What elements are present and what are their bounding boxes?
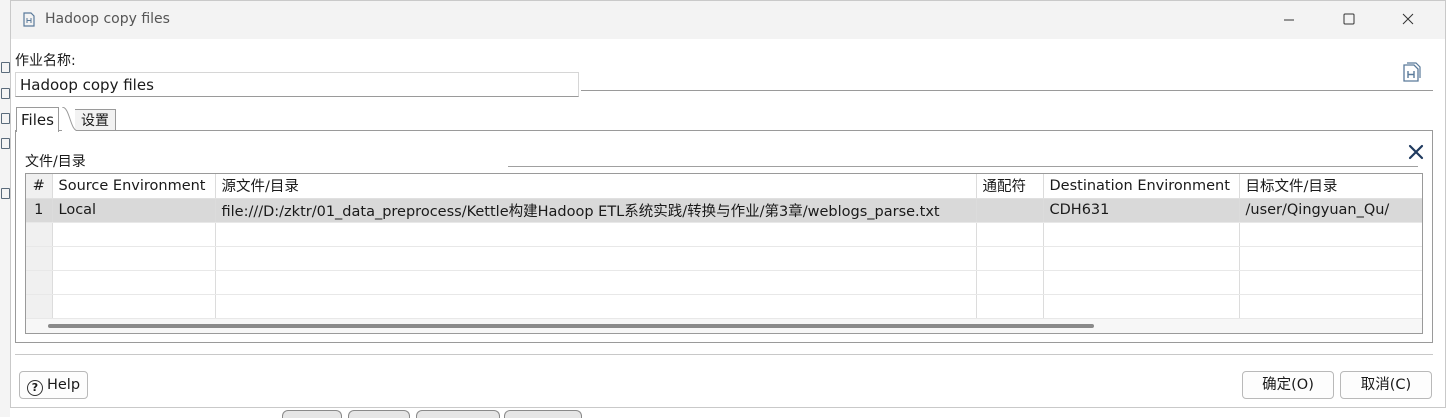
- help-button[interactable]: ? Help: [19, 371, 88, 399]
- background-fragment: [1, 88, 10, 99]
- job-name-label: 作业名称:: [15, 53, 76, 69]
- tab-curve: [62, 107, 82, 131]
- empty-cell[interactable]: [52, 294, 216, 319]
- delete-row-close-icon[interactable]: [1408, 144, 1424, 160]
- files-table: # Source Environment 源文件/目录 通配符 Destinat…: [25, 173, 1423, 334]
- tab-strip: Files 设置: [15, 105, 1433, 132]
- empty-cell[interactable]: [26, 270, 53, 295]
- ok-button[interactable]: 确定(O): [1242, 371, 1334, 399]
- help-button-label: Help: [46, 377, 81, 393]
- table-row[interactable]: 1 Local file:///D:/zktr/01_data_preproce…: [26, 198, 1422, 223]
- files-group-label: 文件/目录: [25, 151, 88, 171]
- hadoop-doc-icon: [1403, 62, 1421, 82]
- empty-cell[interactable]: [976, 294, 1044, 319]
- column-header-destination-path[interactable]: 目标文件/目录: [1239, 174, 1422, 199]
- background-fragment: [1, 113, 10, 124]
- empty-cell[interactable]: [1239, 294, 1422, 319]
- separator: [581, 90, 1433, 91]
- empty-cell[interactable]: [215, 246, 977, 271]
- empty-cell[interactable]: [1043, 246, 1240, 271]
- empty-cell[interactable]: [1043, 294, 1240, 319]
- background-tabs: [268, 408, 588, 418]
- files-tab-panel: 文件/目录 # Source Environment 源文件/目录 通配符 De…: [15, 130, 1433, 343]
- column-header-number[interactable]: #: [26, 174, 53, 199]
- background-fragment: [1, 62, 10, 73]
- table-row-empty[interactable]: [26, 222, 1422, 247]
- tab-files[interactable]: Files: [16, 107, 59, 132]
- help-icon: ?: [26, 380, 43, 396]
- document-icon: [23, 12, 35, 27]
- empty-cell[interactable]: [52, 246, 216, 271]
- empty-cell[interactable]: [215, 270, 977, 295]
- empty-cell[interactable]: [52, 270, 216, 295]
- close-window-button[interactable]: [1386, 7, 1430, 33]
- cancel-button[interactable]: 取消(C): [1340, 371, 1432, 399]
- title-bar: Hadoop copy files: [11, 1, 1445, 39]
- empty-cell[interactable]: [1239, 246, 1422, 271]
- tab-folder: Files 设置 文件/目录 # Source Environment 源文件/…: [15, 105, 1433, 343]
- minimize-icon: [1284, 19, 1294, 21]
- table-row-empty[interactable]: [26, 270, 1422, 295]
- empty-cell[interactable]: [976, 246, 1044, 271]
- window-title: Hadoop copy files: [45, 11, 170, 27]
- empty-cell[interactable]: [1239, 270, 1422, 295]
- column-header-source-path[interactable]: 源文件/目录: [215, 174, 977, 199]
- empty-cell[interactable]: [1239, 222, 1422, 247]
- destination-path-cell[interactable]: /user/Qingyuan_Qu/: [1239, 198, 1422, 223]
- dialog-window: Hadoop copy files 作业名称: Files 设置 文件/目录: [10, 0, 1446, 408]
- row-number-cell[interactable]: 1: [26, 198, 53, 223]
- empty-cell[interactable]: [1043, 270, 1240, 295]
- table-header-row: # Source Environment 源文件/目录 通配符 Destinat…: [26, 174, 1422, 199]
- empty-cell[interactable]: [976, 222, 1044, 247]
- group-separator: [508, 166, 1418, 167]
- background-fragment: [1, 188, 10, 199]
- empty-cell[interactable]: [215, 294, 977, 319]
- maximize-button[interactable]: [1327, 7, 1371, 33]
- job-name-input[interactable]: [15, 72, 579, 97]
- horizontal-scrollbar[interactable]: [48, 324, 1094, 328]
- wildcard-cell[interactable]: [976, 198, 1044, 223]
- destination-environment-cell[interactable]: CDH631: [1043, 198, 1240, 223]
- column-header-wildcard[interactable]: 通配符: [976, 174, 1044, 199]
- background-fragment: [1, 138, 10, 149]
- table-row-empty[interactable]: [26, 246, 1422, 271]
- empty-cell[interactable]: [26, 246, 53, 271]
- source-path-cell[interactable]: file:///D:/zktr/01_data_preprocess/Kettl…: [215, 198, 977, 223]
- column-header-destination-environment[interactable]: Destination Environment: [1043, 174, 1240, 199]
- maximize-icon: [1343, 13, 1355, 25]
- column-header-source-environment[interactable]: Source Environment: [52, 174, 216, 199]
- source-environment-cell[interactable]: Local: [52, 198, 216, 223]
- empty-cell[interactable]: [215, 222, 977, 247]
- empty-cell[interactable]: [1043, 222, 1240, 247]
- close-icon: [1402, 13, 1414, 25]
- minimize-button[interactable]: [1267, 7, 1311, 33]
- empty-cell[interactable]: [52, 222, 216, 247]
- empty-cell[interactable]: [976, 270, 1044, 295]
- background-app-edge: [0, 0, 10, 417]
- table-row-empty[interactable]: [26, 294, 1422, 319]
- empty-cell[interactable]: [26, 294, 53, 319]
- empty-cell[interactable]: [26, 222, 53, 247]
- separator: [15, 354, 1433, 355]
